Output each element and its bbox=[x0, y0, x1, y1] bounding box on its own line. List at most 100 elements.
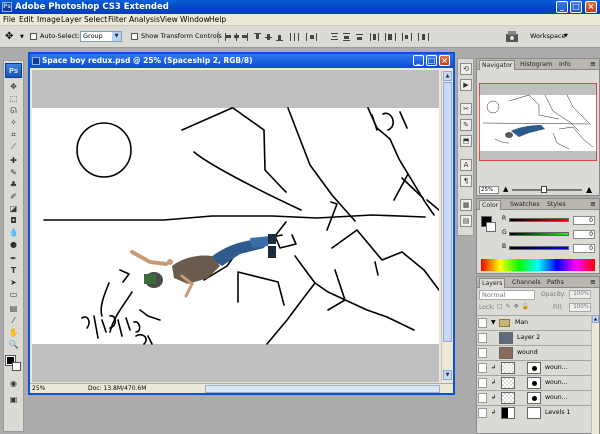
panel-menu-icon[interactable]: ≡ bbox=[590, 278, 596, 286]
zoom-tool-icon[interactable]: 🔍 bbox=[7, 340, 20, 350]
layer-row-wound-3[interactable]: ↲ woun... bbox=[477, 390, 591, 405]
layer-comps-icon[interactable]: ▦ bbox=[460, 199, 472, 211]
tab-navigator[interactable]: Navigator bbox=[479, 60, 516, 70]
tool-presets-icon[interactable]: ✂ bbox=[460, 103, 472, 115]
paint-bucket-icon[interactable]: ◘ bbox=[7, 216, 20, 226]
tab-color[interactable]: Color bbox=[479, 200, 502, 210]
visibility-eye-icon[interactable] bbox=[478, 318, 487, 328]
visibility-eye-icon[interactable] bbox=[478, 348, 487, 358]
layer-row-wound-2[interactable]: ↲ woun... bbox=[477, 375, 591, 390]
tab-info[interactable]: Info bbox=[557, 60, 573, 70]
artwork-canvas[interactable] bbox=[32, 70, 439, 382]
slice-tool-icon[interactable]: ⟋ bbox=[7, 142, 20, 152]
character-icon[interactable]: A bbox=[460, 159, 472, 171]
menu-view[interactable]: View bbox=[160, 15, 178, 25]
scroll-thumb[interactable] bbox=[443, 82, 452, 342]
transform-controls-checkbox[interactable] bbox=[131, 33, 138, 40]
clone-source-icon[interactable]: ⬒ bbox=[460, 135, 472, 147]
marquee-tool-icon[interactable]: ⬚ bbox=[7, 94, 20, 104]
screen-mode-icon[interactable]: ▣ bbox=[7, 395, 20, 405]
healing-brush-icon[interactable]: ✚ bbox=[7, 156, 20, 166]
close-button[interactable]: × bbox=[585, 1, 597, 13]
minimize-button[interactable]: _ bbox=[556, 1, 568, 13]
path-selection-icon[interactable]: ➤ bbox=[7, 278, 20, 288]
visibility-eye-icon[interactable] bbox=[478, 363, 487, 373]
opacity-field[interactable]: 100% bbox=[569, 290, 591, 299]
layer-row-wound[interactable]: wound bbox=[477, 345, 591, 360]
toolbox-ps-logo[interactable]: Ps bbox=[5, 63, 22, 78]
navigator-zoom-field[interactable]: 25% bbox=[479, 186, 499, 194]
channel-g-slider[interactable] bbox=[509, 232, 569, 236]
layer-row-layer-2[interactable]: Layer 2 bbox=[477, 330, 591, 345]
visibility-eye-icon[interactable] bbox=[478, 393, 487, 403]
eyedropper-icon[interactable]: ⁄ bbox=[7, 316, 20, 326]
menu-file[interactable]: File bbox=[3, 15, 16, 25]
preset-dropdown-arrow-icon[interactable]: ▼ bbox=[20, 34, 24, 40]
panel-menu-icon[interactable]: ≡ bbox=[590, 200, 596, 208]
menu-select[interactable]: Select bbox=[84, 15, 107, 25]
layer-row-man[interactable]: ▼ Man bbox=[477, 315, 591, 330]
background-color-swatch[interactable] bbox=[12, 362, 21, 371]
quick-mask-icon[interactable]: ◉ bbox=[7, 379, 20, 389]
layer-row-levels-1[interactable]: ↲ Levels 1 bbox=[477, 405, 591, 420]
visibility-eye-icon[interactable] bbox=[478, 408, 487, 418]
history-brush-icon[interactable]: ✐ bbox=[7, 192, 20, 202]
channel-g-value[interactable]: 0 bbox=[573, 230, 595, 239]
lasso-tool-icon[interactable]: ᘏ bbox=[7, 106, 20, 116]
channel-r-slider[interactable] bbox=[509, 218, 569, 222]
layer-row-wound-1[interactable]: ↲ woun... bbox=[477, 360, 591, 375]
type-tool-icon[interactable]: T bbox=[7, 266, 20, 276]
tab-histogram[interactable]: Histogram bbox=[518, 60, 554, 70]
menu-window[interactable]: Window bbox=[180, 15, 210, 25]
scroll-up-arrow-icon[interactable]: ▲ bbox=[443, 71, 452, 81]
blend-mode-select[interactable]: Normal bbox=[479, 290, 535, 300]
brushes-icon[interactable]: ✎ bbox=[460, 119, 472, 131]
channel-b-slider[interactable] bbox=[509, 246, 569, 250]
tab-styles[interactable]: Styles bbox=[545, 200, 568, 210]
measurement-icon[interactable]: ▤ bbox=[460, 215, 472, 227]
tab-swatches[interactable]: Swatches bbox=[508, 200, 542, 210]
hand-tool-icon[interactable]: ✋ bbox=[7, 328, 20, 338]
document-horizontal-scrollbar[interactable] bbox=[205, 385, 440, 393]
autoselect-select[interactable]: Group ▼ bbox=[80, 31, 122, 42]
eraser-tool-icon[interactable]: ◪ bbox=[7, 204, 20, 214]
menu-image[interactable]: Image bbox=[37, 15, 61, 25]
bridge-icon[interactable] bbox=[504, 29, 520, 44]
canvas-area[interactable] bbox=[32, 70, 439, 382]
magic-wand-tool-icon[interactable]: ✧ bbox=[7, 118, 20, 128]
color-spectrum-ramp[interactable] bbox=[481, 259, 595, 271]
document-zoom[interactable]: 25% bbox=[32, 384, 45, 393]
channel-r-value[interactable]: 0 bbox=[573, 216, 595, 225]
scroll-down-arrow-icon[interactable]: ▼ bbox=[443, 370, 452, 380]
panel-menu-icon[interactable]: ≡ bbox=[590, 60, 596, 68]
doc-close-button[interactable]: × bbox=[439, 55, 450, 66]
layers-scrollbar[interactable]: ▲ bbox=[591, 315, 599, 434]
maximize-button[interactable]: □ bbox=[570, 1, 582, 13]
navigator-zoom-thumb[interactable] bbox=[540, 186, 547, 193]
navigator-preview[interactable] bbox=[478, 82, 598, 162]
actions-icon[interactable]: ▶ bbox=[460, 79, 472, 91]
history-icon[interactable]: ⟲ bbox=[460, 63, 472, 75]
clone-stamp-icon[interactable]: ♣ bbox=[7, 180, 20, 190]
move-tool-icon[interactable]: ✥ bbox=[7, 82, 20, 92]
crop-tool-icon[interactable]: ⌗ bbox=[7, 130, 20, 140]
dodge-tool-icon[interactable]: ● bbox=[7, 240, 20, 250]
zoom-in-icon[interactable]: ▲ bbox=[586, 185, 592, 194]
move-tool-preset-icon[interactable]: ✥ bbox=[5, 30, 19, 43]
notes-tool-icon[interactable]: ▤ bbox=[7, 304, 20, 314]
tab-layers[interactable]: Layers bbox=[479, 278, 506, 288]
menu-edit[interactable]: Edit bbox=[19, 15, 34, 25]
menu-analysis[interactable]: Analysis bbox=[129, 15, 160, 25]
tab-paths[interactable]: Paths bbox=[545, 278, 566, 288]
tab-channels[interactable]: Channels bbox=[510, 278, 543, 288]
document-title-bar[interactable]: Space boy redux.psd @ 25% (Spaceship 2, … bbox=[30, 54, 453, 68]
doc-minimize-button[interactable]: _ bbox=[413, 55, 424, 66]
menu-help[interactable]: Help bbox=[209, 15, 226, 25]
visibility-eye-icon[interactable] bbox=[478, 378, 487, 388]
workspace-button[interactable]: Workspace bbox=[530, 32, 566, 40]
paragraph-icon[interactable]: ¶ bbox=[460, 175, 472, 187]
document-vertical-scrollbar[interactable]: ▲ ▼ bbox=[441, 70, 453, 382]
brush-tool-icon[interactable]: ✎ bbox=[7, 168, 20, 178]
document-size-info[interactable]: Doc: 13.8M/470.6M bbox=[88, 384, 146, 393]
blur-tool-icon[interactable]: 💧 bbox=[7, 228, 20, 238]
